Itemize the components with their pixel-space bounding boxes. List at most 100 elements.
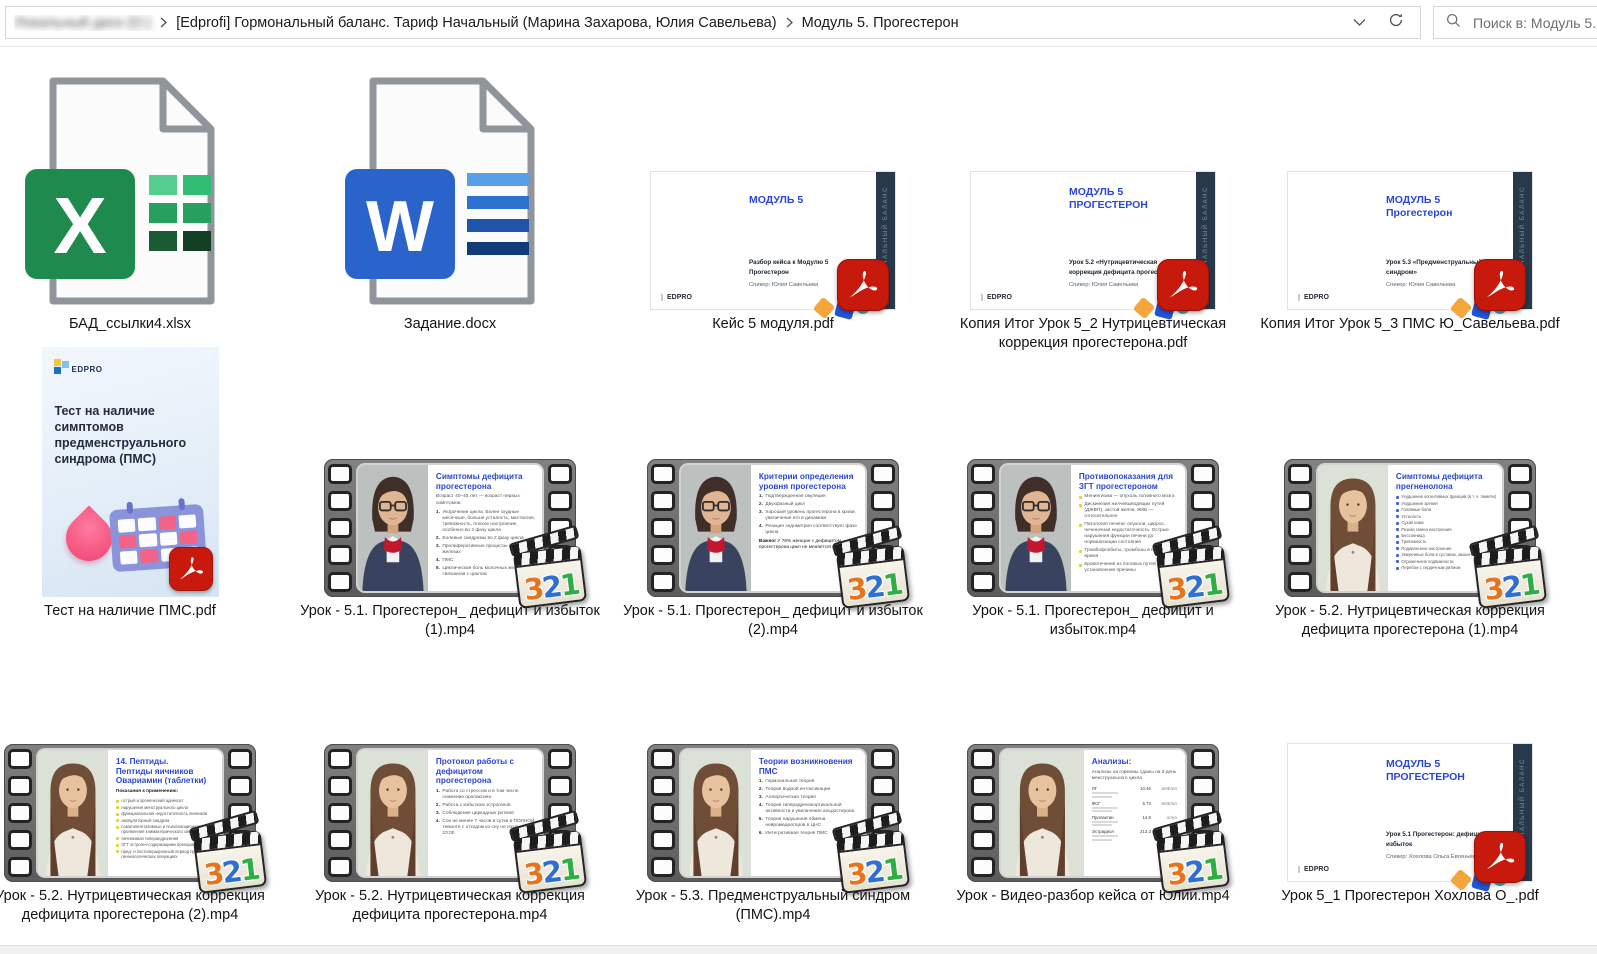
reference-line — [1092, 807, 1118, 809]
slide-list-item: Резкая смена настроения — [1396, 527, 1498, 532]
analyte-value: 6.73 — [1129, 801, 1151, 806]
sprocket-hole — [651, 518, 675, 538]
presenter-photo — [1001, 750, 1084, 876]
sprocket-hole — [1288, 572, 1312, 592]
list-number: 1. — [436, 510, 440, 534]
calendar-cell — [138, 533, 156, 547]
file-thumbnail: ГОРМОНАЛЬНЫЙ БАЛАНСМОДУЛЬ 5 ПрогестеронУ… — [1254, 70, 1566, 310]
reference-line — [1092, 792, 1118, 794]
mpc-digit: 1 — [1201, 852, 1223, 888]
reference-line — [1092, 796, 1112, 798]
list-text: Работа с избытком эстрогенов — [442, 803, 510, 809]
calendar-cell — [119, 550, 137, 564]
file-tile[interactable]: 14. Пептиды. Пептиды яичников Овариамин … — [0, 740, 286, 925]
mpc-digit: 1 — [558, 852, 580, 888]
pdf-slide-thumbnail: ГОРМОНАЛЬНЫЙ БАЛАНСМОДУЛЬ 5 ПрогестеронУ… — [1287, 171, 1533, 310]
file-tile[interactable]: XБАД_ссылки4.xlsx — [0, 70, 286, 334]
mpc-hc-player-icon: 321 — [1473, 545, 1547, 609]
mpc-digit: 1 — [881, 567, 903, 603]
sprocket-hole — [1508, 464, 1532, 484]
presenter-photo — [681, 750, 751, 876]
mpc-321-digits: 321 — [841, 854, 908, 891]
presenter-photo — [358, 750, 428, 876]
list-number: 2. — [436, 803, 440, 809]
mpc-hc-player-icon: 321 — [1156, 830, 1230, 894]
file-tile[interactable]: EDPROТест на наличие симптомов предменст… — [0, 345, 286, 621]
file-tile[interactable]: Симптомы дефицита прогестеронаВозраст 40… — [294, 345, 606, 640]
sprocket-hole — [651, 776, 675, 796]
file-thumbnail: Анализы:Анализы на гормоны сданы на 3 де… — [937, 740, 1249, 882]
list-text: Хороший уровень прогестерона в крови, ув… — [765, 510, 861, 522]
file-tile[interactable]: Протокол работы с дефицитом прогестерона… — [294, 740, 606, 925]
file-tile[interactable]: ГОРМОНАЛЬНЫЙ БАЛАНСМОДУЛЬ 5 ПРОГЕСТЕРОНУ… — [937, 70, 1249, 353]
sprocket-hole — [8, 776, 32, 796]
file-name: Урок - 5.1. Прогестерон_ дефицит и избыт… — [942, 602, 1245, 640]
file-thumbnail: 14. Пептиды. Пептиды яичников Овариамин … — [0, 740, 286, 882]
file-tile[interactable]: ГОРМОНАЛЬНЫЙ БАЛАНСМОДУЛЬ 5Разбор кейса … — [617, 70, 929, 334]
film-strip: Симптомы дефицита прегненолонаУхудшение … — [1284, 459, 1536, 597]
edpro-logo-text: EDPRO — [1298, 294, 1329, 301]
list-number: 3. — [759, 795, 763, 801]
list-text: Дискинезия желчевыводящих путей (ДЖВП), … — [1084, 502, 1181, 520]
list-text: Ухудшение когнитивных функций (в т. ч. п… — [1401, 494, 1496, 499]
sprocket-hole — [871, 464, 895, 484]
sprocket-hole — [8, 857, 32, 877]
file-tile[interactable]: ГОРМОНАЛЬНЫЙ БАЛАНСМОДУЛЬ 5 ПрогестеронУ… — [1254, 70, 1566, 334]
list-text: Перебои с сердечным ритмом — [1401, 565, 1460, 570]
mpc-hc-player-icon: 321 — [836, 545, 910, 609]
list-text: Укорочение цикла. Более скудные месячные… — [442, 510, 538, 534]
file-tile[interactable]: Противопоказания для ЗГТ прогестерономМе… — [937, 345, 1249, 640]
sprocket-hole — [651, 491, 675, 511]
svg-text:W: W — [366, 187, 434, 267]
slide-title: Анализы: — [1092, 757, 1181, 767]
slide-title: Протокол работы с дефицитом прогестерона — [436, 757, 538, 786]
sprocket-hole — [328, 749, 352, 769]
sprocket-hole — [328, 545, 352, 565]
slide-list-item: 2.Двухфазный цикл — [759, 502, 861, 508]
sprocket-hole — [1508, 491, 1532, 511]
list-number: 4. — [436, 819, 440, 837]
sprocket-hole — [1191, 749, 1215, 769]
analyte-name: ФСГ — [1092, 801, 1129, 812]
file-tile[interactable]: ГОРМОНАЛЬНЫЙ БАЛАНСМОДУЛЬ 5 ПРОГЕСТЕРОНУ… — [1254, 740, 1566, 906]
slide-list-item: функциональная недостаточность яичников — [116, 811, 218, 816]
file-tile[interactable]: Анализы:Анализы на гормоны сданы на 3 де… — [937, 740, 1249, 906]
list-bullet — [1396, 567, 1399, 570]
file-tile[interactable]: Симптомы дефицита прегненолонаУхудшение … — [1254, 345, 1566, 640]
sprocket-hole — [651, 749, 675, 769]
pdf-overlay-icon — [837, 259, 889, 311]
film-strip: Противопоказания для ЗГТ прогестерономМе… — [967, 459, 1219, 597]
file-tile[interactable]: WЗадание.docx — [294, 70, 606, 334]
slide-list-item: 1.Укорочение цикла. Более скудные месячн… — [436, 510, 538, 534]
presenter-photo — [358, 465, 428, 591]
sprocket-hole — [328, 830, 352, 850]
reference-line — [1092, 810, 1112, 812]
mpc-digit: 1 — [238, 852, 260, 888]
list-bullet — [1396, 496, 1399, 499]
list-text: Гормональная теория — [765, 779, 814, 785]
slide-list-item: 3.Соблюдение циркадных ритмов — [436, 811, 538, 817]
sprocket-hole — [871, 749, 895, 769]
slide-list-item: Усталость — [1396, 514, 1498, 519]
list-text: Менингиома — опухоль головного мозга — [1084, 494, 1174, 500]
mpc-321-digits: 321 — [1478, 569, 1545, 606]
presenter-photo — [681, 465, 751, 591]
sprocket-hole — [548, 464, 572, 484]
mpc-hc-player-icon: 321 — [513, 545, 587, 609]
list-text: функциональная недостаточность яичников — [121, 811, 207, 816]
sprocket-hole — [971, 518, 995, 538]
svg-text:X: X — [53, 181, 106, 270]
film-sprocket-holes — [971, 464, 995, 592]
list-text: ЗГТ эстроген-содержащими препаратами — [121, 842, 202, 847]
mpc-digit: 1 — [881, 852, 903, 888]
sprocket-hole — [328, 776, 352, 796]
list-number: 3. — [759, 510, 763, 522]
list-number: 6. — [759, 831, 763, 837]
mpc-digit: 1 — [1518, 567, 1540, 603]
horizontal-scrollbar[interactable] — [0, 945, 1597, 954]
slide-list-item: Менингиома — опухоль головного мозга — [1079, 494, 1181, 500]
file-tile[interactable]: Теории возникновения ПМС1.Гормональная т… — [617, 740, 929, 925]
explorer-window: { "topbar": { "breadcrumb": { "drive": "… — [0, 0, 1597, 954]
sprocket-hole — [8, 830, 32, 850]
file-tile[interactable]: Критерии определения уровня прогестерона… — [617, 345, 929, 640]
